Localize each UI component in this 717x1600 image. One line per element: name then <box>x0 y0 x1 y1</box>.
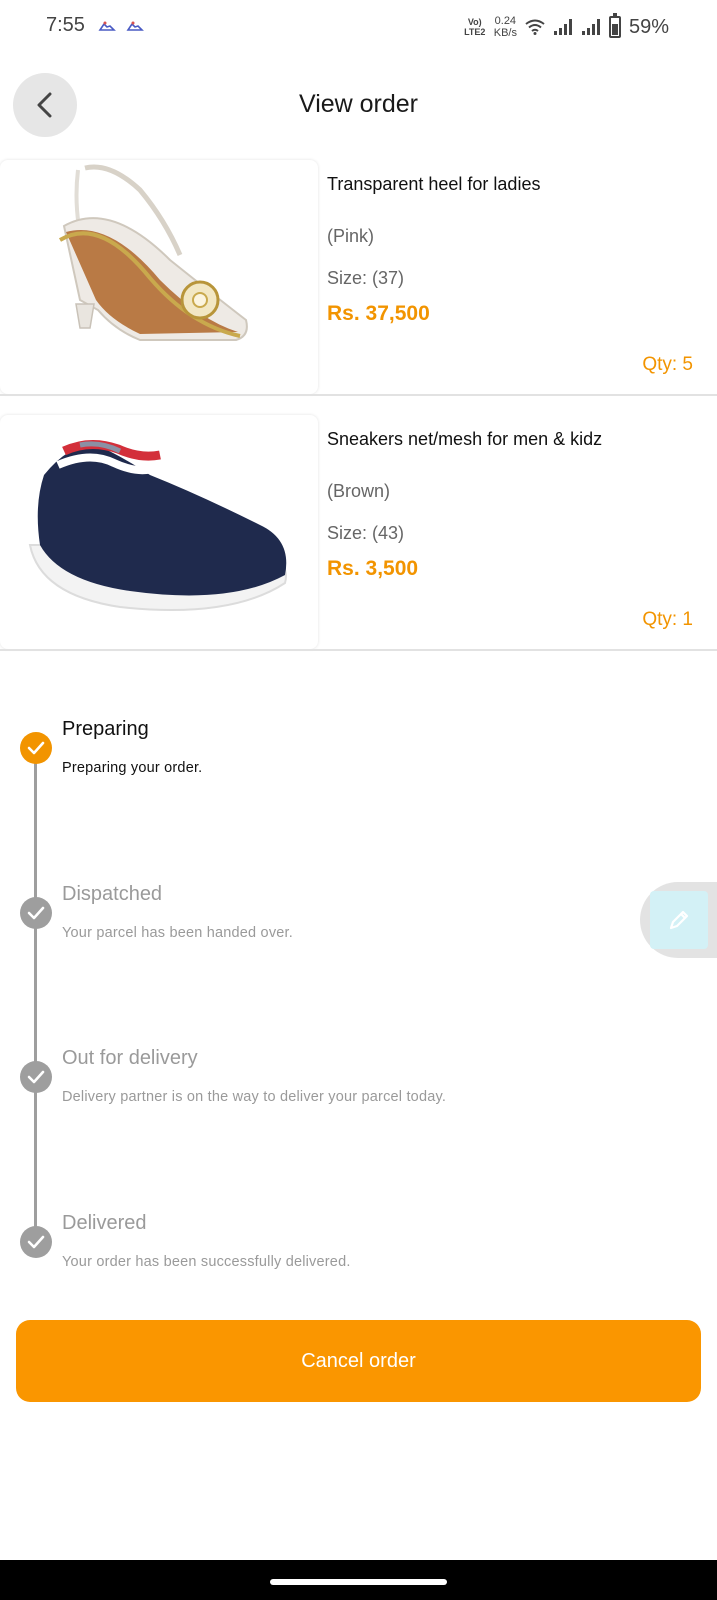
page-title: View order <box>298 90 419 118</box>
step-title: Preparing <box>62 718 149 740</box>
status-indicators: Vo) LTE2 0.24 KB/s 59% <box>464 12 669 42</box>
system-nav-bar <box>0 1560 717 1600</box>
order-status-timeline: Preparing Preparing your order. Dispatch… <box>0 700 717 1280</box>
step-title: Out for delivery <box>62 1047 198 1069</box>
net-speed-unit: KB/s <box>493 27 517 39</box>
product-price: Rs. 3,500 <box>327 557 419 580</box>
home-indicator[interactable] <box>270 1579 447 1585</box>
step-title: Delivered <box>62 1212 147 1234</box>
net-speed: 0.24 KB/s <box>494 15 517 39</box>
sneaker-image <box>28 440 287 611</box>
step-description: Your order has been successfully deliver… <box>62 1254 351 1270</box>
shoe-notification-icon <box>98 21 116 31</box>
product-color: (Brown) <box>327 481 391 501</box>
check-circle-icon <box>20 732 52 764</box>
product-color: (Pink) <box>327 226 375 246</box>
order-item[interactable]: Sneakers net/mesh for men & kidz (Brown)… <box>0 415 717 651</box>
product-name: Sneakers net/mesh for men & kidz <box>327 429 603 449</box>
network-type: Vo) LTE2 <box>464 17 486 37</box>
product-image <box>0 160 318 394</box>
signal-icon <box>553 19 572 35</box>
timeline-line <box>34 748 37 1242</box>
step-description: Preparing your order. <box>62 760 203 776</box>
signal-icon <box>581 19 600 35</box>
wifi-icon <box>525 19 545 35</box>
check-circle-icon <box>20 1061 52 1093</box>
status-bar: 7:55 Vo) LTE2 0.24 KB/s 59% <box>0 0 717 56</box>
battery-percent: 59% <box>628 15 669 38</box>
pen-icon <box>669 910 689 930</box>
floating-edit-tab[interactable] <box>640 882 717 958</box>
cancel-order-button[interactable]: Cancel order <box>16 1320 701 1402</box>
product-name: Transparent heel for ladies <box>327 174 541 194</box>
product-size: Size: (43) <box>327 523 405 543</box>
transparent-heel-image <box>58 164 248 341</box>
check-circle-icon <box>20 897 52 929</box>
product-price: Rs. 37,500 <box>327 302 430 325</box>
product-size: Size: (37) <box>327 268 405 288</box>
order-item[interactable]: Transparent heel for ladies (Pink) Size:… <box>0 160 717 396</box>
step-title: Dispatched <box>62 883 163 905</box>
step-description: Delivery partner is on the way to delive… <box>62 1089 447 1105</box>
product-qty: Qty: 5 <box>642 354 693 375</box>
net-speed-value: 0.24 <box>494 15 517 27</box>
step-description: Your parcel has been handed over. <box>62 925 293 941</box>
status-time: 7:55 <box>46 14 85 36</box>
battery-icon <box>608 13 621 38</box>
divider <box>0 394 717 396</box>
shoe-notification-icon <box>126 21 144 31</box>
check-circle-icon <box>20 1226 52 1258</box>
divider <box>0 649 717 651</box>
edit-button[interactable] <box>650 891 708 949</box>
product-qty: Qty: 1 <box>642 609 693 630</box>
product-image <box>0 415 318 649</box>
battery-fill <box>611 24 618 35</box>
